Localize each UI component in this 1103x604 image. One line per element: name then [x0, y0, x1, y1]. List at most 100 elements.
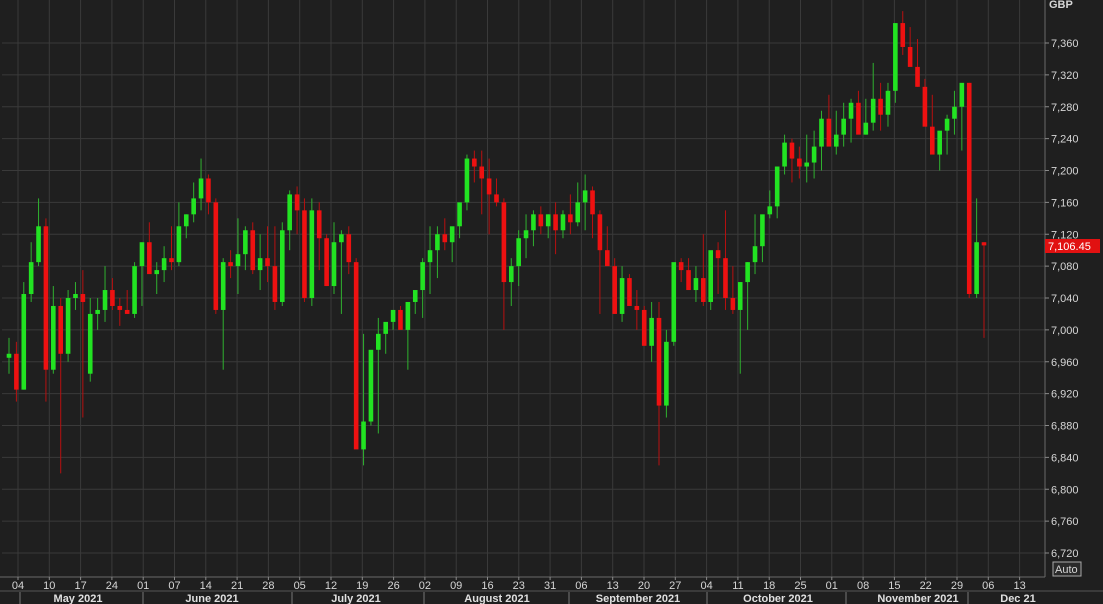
- candle: [966, 82, 972, 298]
- auto-scale-button[interactable]: Auto: [1052, 561, 1082, 577]
- last-price-label: 7,106.45: [1048, 241, 1091, 253]
- candle-body: [745, 262, 750, 283]
- candle-body: [169, 258, 174, 263]
- candle-body: [449, 226, 455, 243]
- candle-body: [398, 309, 403, 330]
- x-tick-label: 27: [669, 580, 681, 592]
- candle-body: [856, 102, 861, 135]
- candle-body: [213, 202, 219, 310]
- candle-body: [198, 178, 204, 199]
- month-label: June 2021: [185, 593, 238, 604]
- candle-body: [14, 353, 19, 390]
- candle: [353, 258, 359, 450]
- candle-body: [132, 266, 137, 314]
- candle-body: [981, 242, 987, 246]
- candle-body: [767, 206, 773, 215]
- y-tick-label: 7,280: [1051, 102, 1079, 114]
- candle-body: [464, 158, 470, 203]
- candle-body: [952, 106, 957, 119]
- candle: [132, 262, 137, 318]
- candle: [464, 154, 470, 211]
- candle-body: [65, 298, 71, 354]
- candle-body: [848, 102, 854, 119]
- x-tick-label: 06: [575, 580, 587, 592]
- candle-body: [427, 250, 433, 263]
- x-tick-label: 04: [12, 580, 24, 592]
- x-tick-label: 24: [106, 580, 118, 592]
- candle-body: [368, 349, 374, 422]
- candle-body: [878, 98, 883, 115]
- candle-body: [220, 262, 226, 310]
- y-tick-label: 7,320: [1051, 70, 1079, 82]
- x-tick-label: 20: [638, 580, 650, 592]
- candle: [664, 329, 669, 418]
- auto-scale-label[interactable]: Auto: [1055, 564, 1078, 576]
- candle: [612, 258, 617, 314]
- x-tick-label: 17: [74, 580, 86, 592]
- candle-body: [737, 282, 743, 310]
- x-tick-label: 14: [200, 580, 212, 592]
- x-tick-label: 15: [888, 580, 900, 592]
- candle-body: [316, 210, 322, 239]
- x-tick-label: 04: [700, 580, 712, 592]
- candle-body: [560, 214, 566, 231]
- candle-body: [604, 250, 610, 267]
- candle-body: [287, 194, 292, 231]
- candle: [213, 198, 219, 314]
- candle-body: [183, 214, 189, 227]
- candle-body: [206, 178, 211, 203]
- candle: [641, 305, 647, 346]
- candle-body: [885, 90, 891, 115]
- y-tick-label: 6,840: [1051, 452, 1079, 464]
- candle: [302, 198, 307, 302]
- candle-body: [568, 214, 573, 223]
- candle: [368, 349, 374, 426]
- x-tick-label: 28: [262, 580, 274, 592]
- y-tick-label: 7,080: [1051, 261, 1079, 273]
- candle-body: [656, 317, 662, 406]
- candle-body: [420, 262, 425, 291]
- candle-body: [597, 214, 603, 251]
- candle: [627, 274, 632, 306]
- candle-body: [58, 305, 64, 354]
- month-label: October 2021: [743, 593, 813, 604]
- candle-body: [279, 230, 285, 302]
- candle-body: [302, 210, 307, 298]
- month-label: July 2021: [331, 593, 381, 604]
- candle-body: [346, 234, 352, 263]
- candle-body: [457, 202, 462, 227]
- candle-body: [339, 234, 344, 243]
- candle-body: [553, 214, 558, 231]
- candle-body: [538, 214, 544, 227]
- x-tick-label: 10: [43, 580, 55, 592]
- x-tick-label: 08: [857, 580, 869, 592]
- x-tick-label: 01: [137, 580, 149, 592]
- x-tick-label: 29: [951, 580, 963, 592]
- candle-body: [870, 98, 876, 123]
- candle-body: [760, 214, 765, 247]
- candle-body: [686, 270, 691, 291]
- month-label: Dec 21: [1000, 593, 1035, 604]
- candle-body: [272, 266, 278, 302]
- candle-body: [841, 118, 846, 135]
- x-tick-label: 18: [763, 580, 775, 592]
- candle-body: [21, 294, 27, 390]
- candle-body: [708, 250, 714, 302]
- candle-body: [649, 317, 654, 346]
- candle-body: [893, 23, 898, 91]
- candle-body: [294, 194, 300, 211]
- candle-body: [176, 226, 182, 263]
- candle-body: [472, 158, 477, 167]
- candle-body: [508, 266, 514, 283]
- candle-body: [154, 270, 160, 275]
- candle-body: [730, 298, 736, 310]
- candle-body: [435, 234, 440, 251]
- last-price-marker: 7,106.45: [1045, 239, 1100, 253]
- x-tick-label: 21: [231, 580, 243, 592]
- x-tick-label: 02: [419, 580, 431, 592]
- month-label: September 2021: [596, 593, 680, 604]
- candle-body: [243, 230, 248, 255]
- candle-body: [494, 194, 499, 203]
- candle-body: [929, 126, 935, 155]
- currency-label: GBP: [1049, 0, 1073, 11]
